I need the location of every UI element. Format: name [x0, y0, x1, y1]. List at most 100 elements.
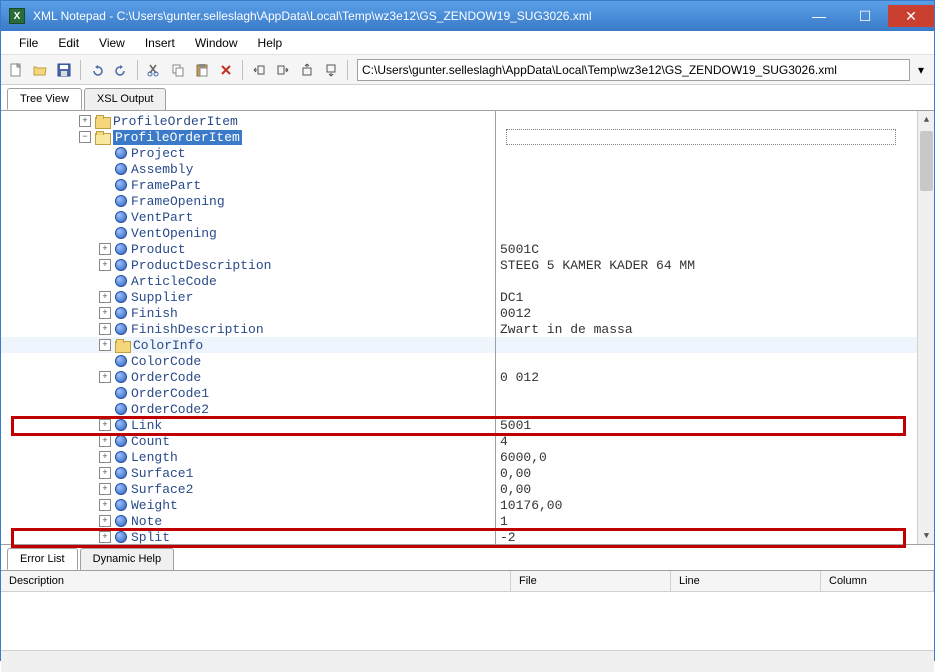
tree-row-surface2[interactable]: +Surface2	[1, 481, 495, 497]
save-icon[interactable]	[53, 59, 75, 81]
col-column[interactable]: Column	[821, 571, 934, 591]
tab-error-list[interactable]: Error List	[7, 548, 78, 570]
value-row[interactable]	[496, 385, 934, 401]
tree-row-weight[interactable]: +Weight	[1, 497, 495, 513]
expander-icon[interactable]: +	[99, 483, 111, 495]
value-row[interactable]	[496, 401, 934, 417]
tree-row-supplier[interactable]: +Supplier	[1, 289, 495, 305]
vertical-scrollbar[interactable]: ▲ ▼	[917, 111, 934, 544]
scroll-up-icon[interactable]: ▲	[918, 111, 934, 128]
tree-row-finishdescription[interactable]: +FinishDescription	[1, 321, 495, 337]
tab-dynamic-help[interactable]: Dynamic Help	[80, 548, 174, 570]
dropdown-icon[interactable]: ▾	[912, 59, 930, 81]
tree-row-length[interactable]: +Length	[1, 449, 495, 465]
expander-icon[interactable]: +	[99, 435, 111, 447]
tree-row-surface1[interactable]: +Surface1	[1, 465, 495, 481]
nudge-down-icon[interactable]	[320, 59, 342, 81]
maximize-button[interactable]: ☐	[842, 5, 888, 27]
tree-row-ordercode2[interactable]: OrderCode2	[1, 401, 495, 417]
nudge-right-icon[interactable]	[272, 59, 294, 81]
nudge-up-icon[interactable]	[296, 59, 318, 81]
value-finishdescription[interactable]: Zwart in de massa	[496, 321, 934, 337]
expander-icon[interactable]: +	[99, 243, 111, 255]
value-row[interactable]	[496, 273, 934, 289]
value-row[interactable]	[496, 113, 934, 129]
tree-row-note[interactable]: +Note	[1, 513, 495, 529]
scroll-down-icon[interactable]: ▼	[918, 527, 934, 544]
menu-help[interactable]: Help	[248, 33, 293, 53]
menu-edit[interactable]: Edit	[48, 33, 89, 53]
tree-row-link[interactable]: +Link	[1, 417, 495, 433]
expander-icon[interactable]: +	[99, 531, 111, 543]
tree-row-finish[interactable]: +Finish	[1, 305, 495, 321]
tree-row-framepart[interactable]: FramePart	[1, 177, 495, 193]
tree-panel[interactable]: +ProfileOrderItem −ProfileOrderItem Proj…	[1, 111, 495, 544]
tree-row-project[interactable]: Project	[1, 145, 495, 161]
copy-icon[interactable]	[167, 59, 189, 81]
value-row[interactable]	[496, 161, 934, 177]
value-length[interactable]: 6000,0	[496, 449, 934, 465]
value-link[interactable]: 5001	[496, 417, 934, 433]
tree-row-split[interactable]: +Split	[1, 529, 495, 544]
menu-insert[interactable]: Insert	[135, 33, 185, 53]
undo-icon[interactable]	[86, 59, 108, 81]
value-row[interactable]	[496, 193, 934, 209]
value-note[interactable]: 1	[496, 513, 934, 529]
paste-icon[interactable]	[191, 59, 213, 81]
new-file-icon[interactable]	[5, 59, 27, 81]
menu-window[interactable]: Window	[185, 33, 248, 53]
tree-row-profileorderitem-1[interactable]: +ProfileOrderItem	[1, 113, 495, 129]
col-file[interactable]: File	[511, 571, 671, 591]
tree-row-assembly[interactable]: Assembly	[1, 161, 495, 177]
tree-row-colorcode[interactable]: ColorCode	[1, 353, 495, 369]
value-edit-box[interactable]	[506, 129, 896, 145]
expander-icon[interactable]: −	[79, 131, 91, 143]
nudge-left-icon[interactable]	[248, 59, 270, 81]
expander-icon[interactable]: +	[79, 115, 91, 127]
value-count[interactable]: 4	[496, 433, 934, 449]
expander-icon[interactable]: +	[99, 259, 111, 271]
expander-icon[interactable]: +	[99, 467, 111, 479]
menu-file[interactable]: File	[9, 33, 48, 53]
tree-row-profileorderitem-2[interactable]: −ProfileOrderItem	[1, 129, 495, 145]
tree-row-colorinfo[interactable]: +ColorInfo	[1, 337, 495, 353]
path-input[interactable]	[357, 59, 910, 81]
expander-icon[interactable]: +	[99, 339, 111, 351]
value-row[interactable]	[496, 337, 934, 353]
expander-icon[interactable]: +	[99, 307, 111, 319]
expander-icon[interactable]: +	[99, 499, 111, 511]
scrollbar-thumb[interactable]	[920, 131, 933, 191]
value-row[interactable]	[496, 145, 934, 161]
redo-icon[interactable]	[110, 59, 132, 81]
tree-row-productdescription[interactable]: +ProductDescription	[1, 257, 495, 273]
expander-icon[interactable]: +	[99, 291, 111, 303]
col-line[interactable]: Line	[671, 571, 821, 591]
menu-view[interactable]: View	[89, 33, 135, 53]
expander-icon[interactable]: +	[99, 419, 111, 431]
cut-icon[interactable]	[143, 59, 165, 81]
value-panel[interactable]: ▲ ▼ 5001C STEEG 5 KAMER KADER 64 MM DC1 …	[495, 111, 934, 544]
value-row[interactable]	[496, 177, 934, 193]
tree-row-articlecode[interactable]: ArticleCode	[1, 273, 495, 289]
value-row[interactable]	[496, 353, 934, 369]
expander-icon[interactable]: +	[99, 515, 111, 527]
col-description[interactable]: Description	[1, 571, 511, 591]
value-row[interactable]	[496, 225, 934, 241]
close-button[interactable]: ✕	[888, 5, 934, 27]
tree-row-ventpart[interactable]: VentPart	[1, 209, 495, 225]
value-productdescription[interactable]: STEEG 5 KAMER KADER 64 MM	[496, 257, 934, 273]
minimize-button[interactable]: —	[796, 5, 842, 27]
expander-icon[interactable]: +	[99, 451, 111, 463]
value-split[interactable]: -2	[496, 529, 934, 544]
value-weight[interactable]: 10176,00	[496, 497, 934, 513]
value-surface2[interactable]: 0,00	[496, 481, 934, 497]
value-row[interactable]	[496, 129, 934, 145]
value-row[interactable]	[496, 209, 934, 225]
tree-row-ventopening[interactable]: VentOpening	[1, 225, 495, 241]
value-finish[interactable]: 0012	[496, 305, 934, 321]
value-ordercode[interactable]: 0 012	[496, 369, 934, 385]
delete-icon[interactable]	[215, 59, 237, 81]
value-product[interactable]: 5001C	[496, 241, 934, 257]
tree-row-ordercode[interactable]: +OrderCode	[1, 369, 495, 385]
tree-row-frameopening[interactable]: FrameOpening	[1, 193, 495, 209]
